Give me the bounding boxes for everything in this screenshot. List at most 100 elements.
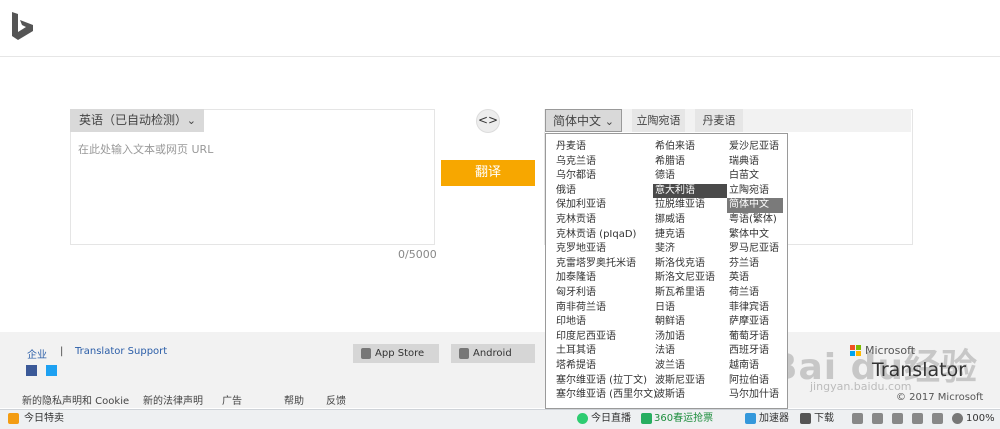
dropdown-option[interactable]: 加泰隆语 bbox=[554, 271, 628, 286]
tool-icon[interactable] bbox=[872, 413, 883, 424]
download-icon bbox=[800, 413, 811, 424]
dropdown-option[interactable]: 繁体中文 bbox=[727, 228, 783, 243]
source-language-select[interactable]: 英语（已自动检测） ⌄ bbox=[70, 109, 204, 132]
dropdown-option[interactable]: 法语 bbox=[653, 344, 727, 359]
twitter-icon[interactable] bbox=[46, 365, 57, 376]
shopping-icon bbox=[8, 413, 19, 424]
privacy-link[interactable]: 新的隐私声明和 Cookie bbox=[22, 392, 129, 407]
dropdown-option[interactable]: 朝鲜语 bbox=[653, 315, 727, 330]
dropdown-option[interactable]: 塞尔维亚语 (拉丁文) bbox=[554, 374, 647, 389]
dropdown-option[interactable]: 英语 bbox=[727, 271, 783, 286]
dropdown-option[interactable]: 斐济 bbox=[653, 242, 727, 257]
status-live[interactable]: 今日直播 bbox=[591, 412, 631, 426]
bing-logo-icon[interactable] bbox=[10, 11, 36, 41]
dropdown-option[interactable]: 拉脱维亚语 bbox=[653, 198, 727, 213]
source-language-label: 英语（已自动检测） bbox=[79, 113, 188, 127]
dropdown-option[interactable]: 马尔加什语 bbox=[727, 388, 783, 403]
dropdown-option[interactable]: 挪威语 bbox=[653, 213, 727, 228]
app-store-button[interactable]: App Store bbox=[353, 344, 439, 363]
dropdown-option[interactable]: 塔希提语 bbox=[554, 359, 628, 374]
target-language-dropdown[interactable]: 丹麦语 乌克兰语 乌尔都语 俄语 保加利亚语 克林贡语 克林贡语 (pIqaD) 克罗地亚语克… bbox=[545, 133, 788, 409]
target-language-label: 简体中文 bbox=[553, 114, 602, 128]
tab-danish[interactable]: 丹麦语 bbox=[695, 109, 743, 132]
dropdown-option[interactable]: 波斯尼亚语 bbox=[653, 374, 727, 389]
dropdown-option[interactable]: 印地语 bbox=[554, 315, 628, 330]
dropdown-option[interactable]: 希伯来语 bbox=[653, 140, 727, 155]
ads-link[interactable]: 广告 bbox=[222, 392, 242, 407]
dropdown-option[interactable]: 白苗文 bbox=[727, 169, 783, 184]
top-header bbox=[0, 0, 1000, 57]
translate-button[interactable]: 翻译 bbox=[441, 160, 535, 186]
dropdown-option[interactable]: 萨摩亚语 bbox=[727, 315, 783, 330]
dropdown-option[interactable]: 南非荷兰语 bbox=[554, 301, 628, 316]
status-zoom[interactable]: 100% bbox=[966, 412, 995, 426]
dropdown-option[interactable]: 西班牙语 bbox=[727, 344, 783, 359]
dropdown-option[interactable]: 瑞典语 bbox=[727, 155, 783, 170]
accelerator-icon bbox=[745, 413, 756, 424]
source-text-input[interactable] bbox=[78, 141, 423, 231]
dropdown-option[interactable]: 日语 bbox=[653, 301, 727, 316]
status-today-sale[interactable]: 今日特卖 bbox=[24, 412, 64, 426]
dropdown-option[interactable]: 简体中文 bbox=[727, 198, 783, 213]
dropdown-option[interactable]: 乌克兰语 bbox=[554, 155, 628, 170]
dropdown-option[interactable]: 丹麦语 bbox=[554, 140, 628, 155]
dropdown-option[interactable]: 克林贡语 bbox=[554, 213, 628, 228]
tool-icon[interactable] bbox=[912, 413, 923, 424]
dropdown-option[interactable]: 印度尼西亚语 bbox=[554, 330, 628, 345]
status-accelerator[interactable]: 加速器 bbox=[759, 412, 789, 426]
help-link[interactable]: 帮助 bbox=[284, 392, 304, 407]
swap-languages-button[interactable]: <> bbox=[476, 109, 500, 133]
dropdown-option[interactable]: 土耳其语 bbox=[554, 344, 628, 359]
dropdown-option[interactable]: 波斯语 bbox=[653, 388, 727, 403]
dropdown-option[interactable]: 斯洛文尼亚语 bbox=[653, 271, 727, 286]
android-icon bbox=[459, 348, 469, 359]
dropdown-option[interactable]: 芬兰语 bbox=[727, 257, 783, 272]
dropdown-option[interactable]: 保加利亚语 bbox=[554, 198, 628, 213]
dropdown-option[interactable]: 波兰语 bbox=[653, 359, 727, 374]
dropdown-option[interactable]: 希腊语 bbox=[653, 155, 727, 170]
dropdown-option[interactable]: 斯瓦希里语 bbox=[653, 286, 727, 301]
dropdown-option[interactable]: 匈牙利语 bbox=[554, 286, 628, 301]
tool-icon[interactable] bbox=[892, 413, 903, 424]
dropdown-option[interactable]: 克罗地亚语 bbox=[554, 242, 628, 257]
translator-brand: Translator bbox=[872, 359, 967, 381]
dropdown-option[interactable]: 荷兰语 bbox=[727, 286, 783, 301]
feedback-link[interactable]: 反馈 bbox=[326, 392, 346, 407]
dropdown-option[interactable]: 捷克语 bbox=[653, 228, 727, 243]
dropdown-option[interactable]: 罗马尼亚语 bbox=[727, 242, 783, 257]
dropdown-option[interactable]: 阿拉伯语 bbox=[727, 374, 783, 389]
play-icon bbox=[577, 413, 588, 424]
dropdown-option[interactable]: 克雷塔罗奥托米语 bbox=[554, 257, 636, 272]
swap-icon: <> bbox=[477, 113, 499, 127]
facebook-icon[interactable] bbox=[26, 365, 37, 376]
zoom-icon bbox=[952, 413, 963, 424]
dropdown-option[interactable]: 斯洛伐克语 bbox=[653, 257, 727, 272]
dropdown-option[interactable]: 汤加语 bbox=[653, 330, 727, 345]
android-label: Android bbox=[473, 348, 512, 359]
dropdown-option[interactable]: 粤语(繁体) bbox=[727, 213, 783, 228]
dropdown-option[interactable]: 德语 bbox=[653, 169, 727, 184]
dropdown-option[interactable]: 塞尔维亚语 (西里尔文) bbox=[554, 388, 657, 403]
status-tickets[interactable]: 360春运抢票 bbox=[654, 412, 713, 426]
target-language-select[interactable]: 简体中文 ⌄ bbox=[545, 109, 622, 132]
dropdown-option[interactable]: 乌尔都语 bbox=[554, 169, 628, 184]
dropdown-option[interactable]: 立陶宛语 bbox=[727, 184, 783, 199]
enterprise-link[interactable]: 企业 bbox=[27, 346, 47, 361]
dropdown-column-3: 爱沙尼亚语 瑞典语 白苗文 立陶宛语 简体中文 粤语(繁体) 繁体中文 罗马尼亚语 芬兰语 英语荷… bbox=[727, 140, 787, 403]
legal-link[interactable]: 新的法律声明 bbox=[143, 392, 203, 407]
browser-status-bar bbox=[0, 409, 1000, 429]
tab-lithuanian[interactable]: 立陶宛语 bbox=[632, 109, 685, 132]
tool-icon[interactable] bbox=[932, 413, 943, 424]
dropdown-option[interactable]: 俄语 bbox=[554, 184, 628, 199]
status-download[interactable]: 下载 bbox=[814, 412, 834, 426]
dropdown-option[interactable]: 菲律宾语 bbox=[727, 301, 783, 316]
android-button[interactable]: Android bbox=[451, 344, 535, 363]
dropdown-option[interactable]: 葡萄牙语 bbox=[727, 330, 783, 345]
dropdown-option[interactable]: 意大利语 bbox=[653, 183, 727, 199]
dropdown-option[interactable]: 克林贡语 (pIqaD) bbox=[554, 228, 636, 243]
tool-icon[interactable] bbox=[852, 413, 863, 424]
dropdown-option[interactable]: 爱沙尼亚语 bbox=[727, 140, 783, 155]
dropdown-column-1: 丹麦语 乌克兰语 乌尔都语 俄语 保加利亚语 克林贡语 克林贡语 (pIqaD) 克罗地亚语克… bbox=[554, 140, 657, 403]
dropdown-option[interactable]: 越南语 bbox=[727, 359, 783, 374]
translator-support-link[interactable]: Translator Support bbox=[75, 346, 167, 357]
